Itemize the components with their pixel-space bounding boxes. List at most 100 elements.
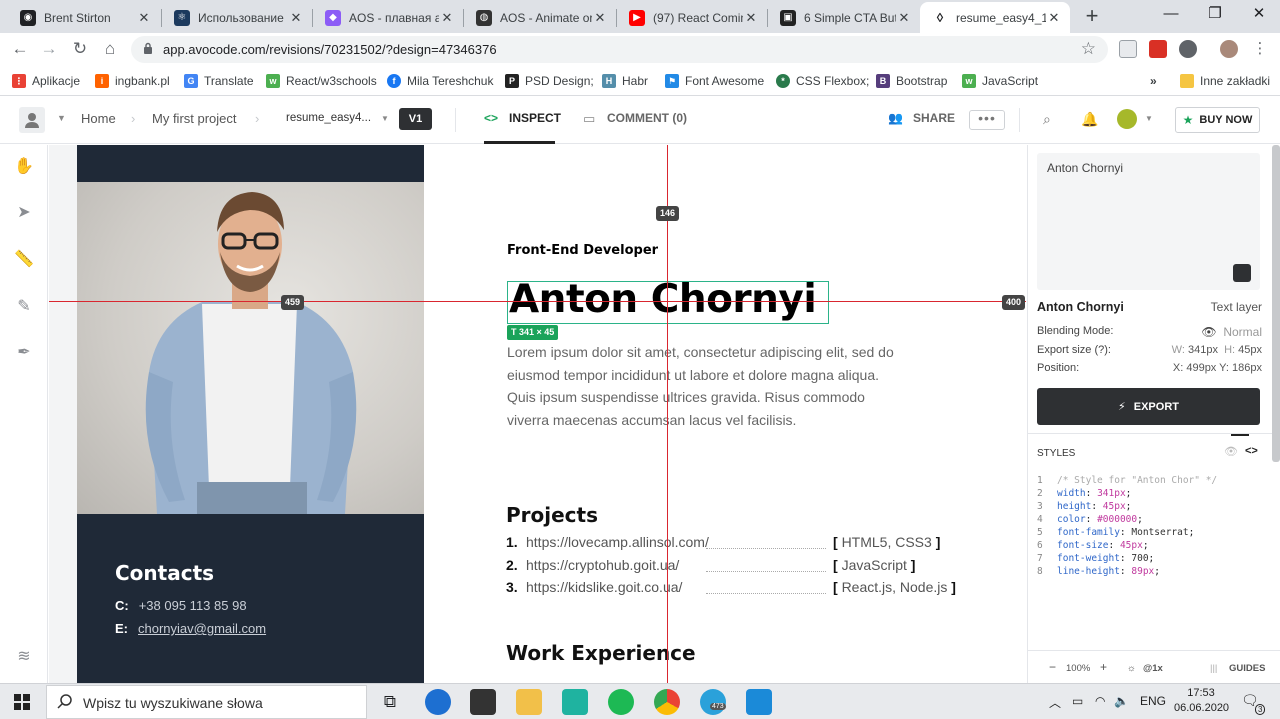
close-icon[interactable]: ✕ — [439, 10, 455, 26]
webstorm-icon[interactable] — [562, 689, 588, 715]
version-badge[interactable]: V1 — [399, 108, 432, 130]
css-code-block[interactable]: 1/* Style for "Anton Chor" */2 width: 341… — [1037, 474, 1217, 578]
browser-tab[interactable]: ⚛ Использование ✕ — [162, 2, 312, 33]
store-icon[interactable] — [470, 689, 496, 715]
gmail-extension-icon[interactable] — [1119, 40, 1137, 58]
chevron-down-icon[interactable]: ▼ — [1145, 114, 1153, 123]
close-window-icon[interactable]: ✕ — [1236, 0, 1280, 30]
bookmark-item[interactable]: w React/w3schools — [266, 72, 377, 90]
eye-icon[interactable]: 👁 — [1201, 325, 1216, 339]
copy-icon[interactable] — [1233, 264, 1251, 282]
hand-tool-icon[interactable]: ✋ — [12, 155, 36, 179]
telegram-icon[interactable] — [700, 689, 726, 715]
close-icon[interactable]: ✕ — [896, 10, 912, 26]
code-view-icon[interactable]: <> — [1245, 445, 1258, 457]
maximize-icon[interactable]: ❐ — [1192, 0, 1238, 30]
volume-icon[interactable]: 🔈 — [1114, 694, 1129, 708]
browser-tab[interactable]: ◍ AOS - Animate or ✕ — [464, 2, 616, 33]
project-link[interactable]: https://lovecamp.allinsol.com/ — [526, 534, 709, 550]
browser-tab[interactable]: ◉ Brent Stirton ✕ — [8, 2, 160, 33]
spotify-icon[interactable] — [608, 689, 634, 715]
bookmark-item[interactable]: w JavaScript — [962, 72, 1038, 90]
bookmark-item[interactable]: * CSS Flexbox; — [776, 72, 869, 90]
battery-icon[interactable]: ▭ — [1072, 694, 1083, 708]
scale-value[interactable]: @1x — [1143, 663, 1163, 674]
browser-tab[interactable]: ◆ AOS - плавная ан ✕ — [313, 2, 463, 33]
close-icon[interactable]: ✕ — [288, 10, 304, 26]
bookmark-item[interactable]: ⋮ Aplikacje — [12, 72, 80, 90]
flash-extension-icon[interactable] — [1149, 40, 1167, 58]
pen-tool-icon[interactable]: ✒ — [12, 341, 36, 365]
tab-inspect[interactable]: INSPECT — [509, 111, 561, 125]
breadcrumb-home[interactable]: Home — [81, 111, 116, 126]
layers-icon[interactable]: ≋ — [12, 645, 36, 669]
zoom-out-button[interactable]: − — [1049, 660, 1056, 674]
browser-tab[interactable]: ▶ (97) React Coming ✕ — [617, 2, 767, 33]
measure-tool-icon[interactable]: 📏 — [12, 248, 36, 272]
close-icon[interactable]: ✕ — [1046, 10, 1062, 26]
windows-start-icon[interactable] — [14, 694, 30, 710]
preview-text[interactable]: Anton Chornyi — [1047, 161, 1123, 175]
language-indicator[interactable]: ENG — [1140, 694, 1166, 708]
color-picker-icon[interactable]: ✎ — [12, 295, 36, 319]
browser-tab[interactable]: ▣ 6 Simple CTA Butt ✕ — [768, 2, 920, 33]
team-avatar[interactable] — [1117, 109, 1137, 129]
browser-tab-active[interactable]: ◊ resume_easy4_128 ✕ — [920, 2, 1070, 33]
minimize-icon[interactable]: — — [1148, 0, 1194, 30]
menu-icon[interactable]: ⋮ — [1248, 37, 1272, 61]
chrome-icon[interactable] — [654, 689, 680, 715]
bookmark-star-icon[interactable]: ☆ — [1081, 39, 1096, 59]
artboard[interactable]: Contacts C: +38 095 113 85 98 E: chornyiav… — [77, 145, 1026, 683]
project-link[interactable]: https://cryptohub.goit.ua/ — [526, 557, 679, 573]
close-icon[interactable]: ✕ — [743, 10, 759, 26]
bookmarks-overflow-button[interactable]: » — [1150, 72, 1157, 90]
edge-icon[interactable] — [425, 689, 451, 715]
guides-toggle[interactable]: GUIDES — [1229, 663, 1265, 674]
taskbar-search[interactable]: Wpisz tu wyszukiwane słowa — [46, 685, 367, 719]
bookmark-item[interactable]: f Mila Tereshchuk — [387, 72, 493, 90]
leaf-extension-icon[interactable] — [1179, 40, 1197, 58]
bookmark-item[interactable]: B Bootstrap — [876, 72, 947, 90]
zoom-in-button[interactable]: + — [1100, 660, 1107, 674]
export-button[interactable]: ⚡ EXPORT — [1037, 388, 1260, 425]
breadcrumb-project[interactable]: My first project — [152, 111, 237, 126]
reload-icon[interactable]: ↻ — [68, 37, 92, 61]
back-icon[interactable]: ← — [8, 37, 32, 61]
file-explorer-icon[interactable] — [516, 689, 542, 715]
design-canvas[interactable]: Contacts C: +38 095 113 85 98 E: chornyiav… — [49, 145, 1026, 683]
chevron-down-icon[interactable]: ▼ — [381, 114, 389, 123]
bookmark-item[interactable]: P PSD Design; — [505, 72, 594, 90]
inspector-scrollbar[interactable] — [1272, 145, 1280, 462]
breadcrumb-design[interactable]: resume_easy4... — [286, 112, 371, 124]
bookmark-item[interactable]: H Habr — [602, 72, 648, 90]
address-bar[interactable]: app.avocode.com/revisions/70231502/?desi… — [131, 36, 1108, 63]
visibility-icon[interactable]: 👁 — [1224, 445, 1238, 458]
forward-icon[interactable]: → — [37, 37, 61, 61]
close-icon[interactable]: ✕ — [136, 10, 152, 26]
notification-bell-icon[interactable]: 🔔 — [1081, 111, 1098, 128]
bookmark-item[interactable]: G Translate — [184, 72, 254, 90]
other-bookmarks[interactable]: Inne zakładki — [1180, 72, 1270, 90]
search-icon[interactable]: ⌕ — [1043, 111, 1051, 128]
buy-now-button[interactable]: ★ BUY NOW — [1175, 107, 1260, 133]
new-tab-button[interactable]: + — [1082, 4, 1102, 28]
clock[interactable]: 17:53 06.06.2020 — [1174, 686, 1229, 716]
user-avatar[interactable] — [19, 107, 45, 133]
bookmark-item[interactable]: i ingbank.pl — [95, 72, 170, 90]
vscode-icon[interactable] — [746, 689, 772, 715]
bookmark-item[interactable]: ⚑ Font Awesome — [665, 72, 764, 90]
close-icon[interactable]: ✕ — [592, 10, 608, 26]
task-view-icon[interactable]: ⧉ — [377, 689, 403, 715]
tray-chevron-icon[interactable]: ︿ — [1049, 694, 1061, 711]
projects-heading: Projects — [506, 503, 599, 527]
more-options-button[interactable]: ••• — [969, 110, 1005, 130]
wifi-icon[interactable]: ◠ — [1095, 694, 1105, 708]
profile-avatar[interactable] — [1220, 40, 1238, 58]
chevron-down-icon[interactable]: ▼ — [57, 113, 66, 123]
zoom-level[interactable]: 100% — [1066, 663, 1090, 674]
share-button[interactable]: SHARE — [913, 111, 955, 125]
home-icon[interactable]: ⌂ — [98, 37, 122, 61]
project-link[interactable]: https://kidslike.goit.co.ua/ — [526, 579, 682, 595]
tab-comment[interactable]: COMMENT (0) — [607, 111, 687, 125]
select-tool-icon[interactable]: ➤ — [12, 201, 36, 225]
